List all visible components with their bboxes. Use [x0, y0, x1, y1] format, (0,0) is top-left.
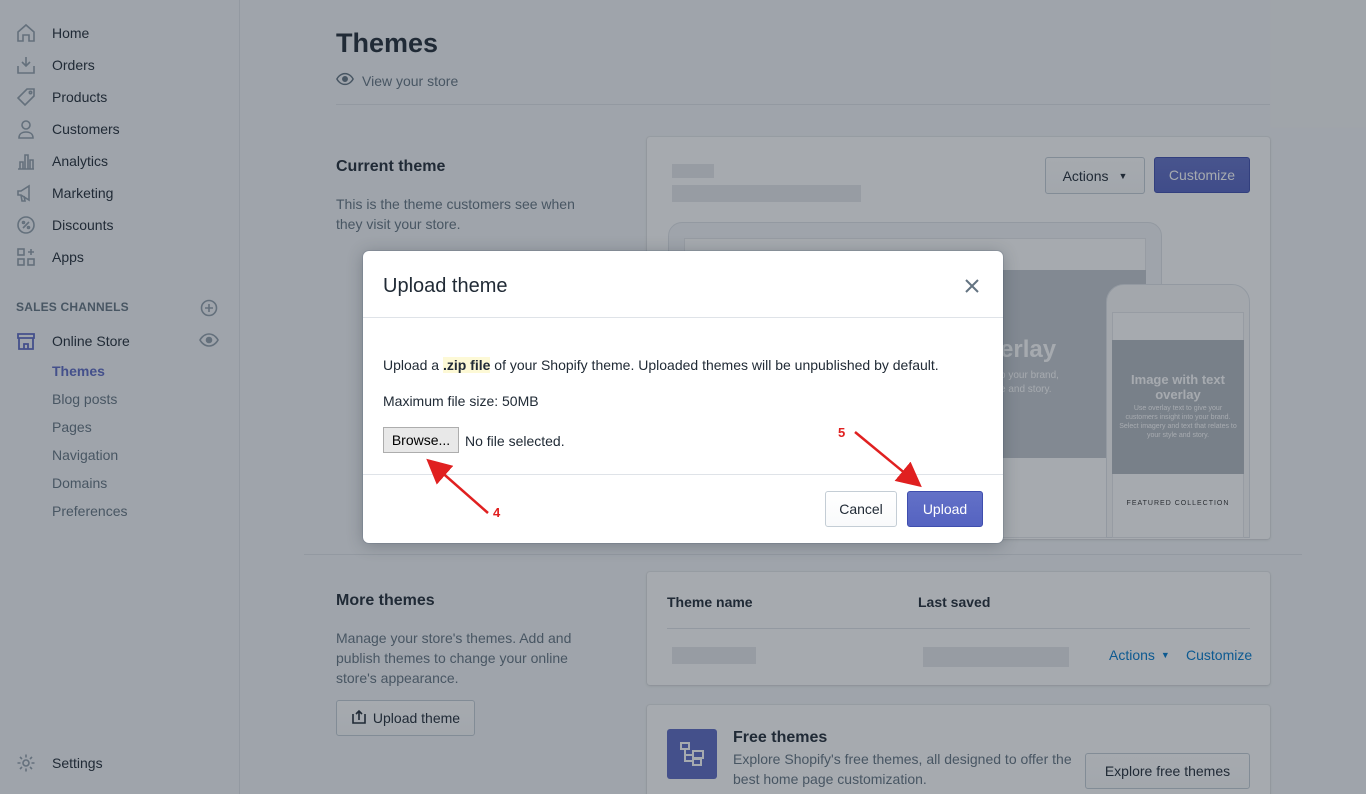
arrow-to-upload — [854, 431, 922, 488]
annotation-arrows — [426, 431, 922, 514]
annotation-5: 5 — [838, 425, 846, 440]
annotation-4: 4 — [493, 505, 501, 520]
arrow-to-browse — [426, 458, 489, 514]
